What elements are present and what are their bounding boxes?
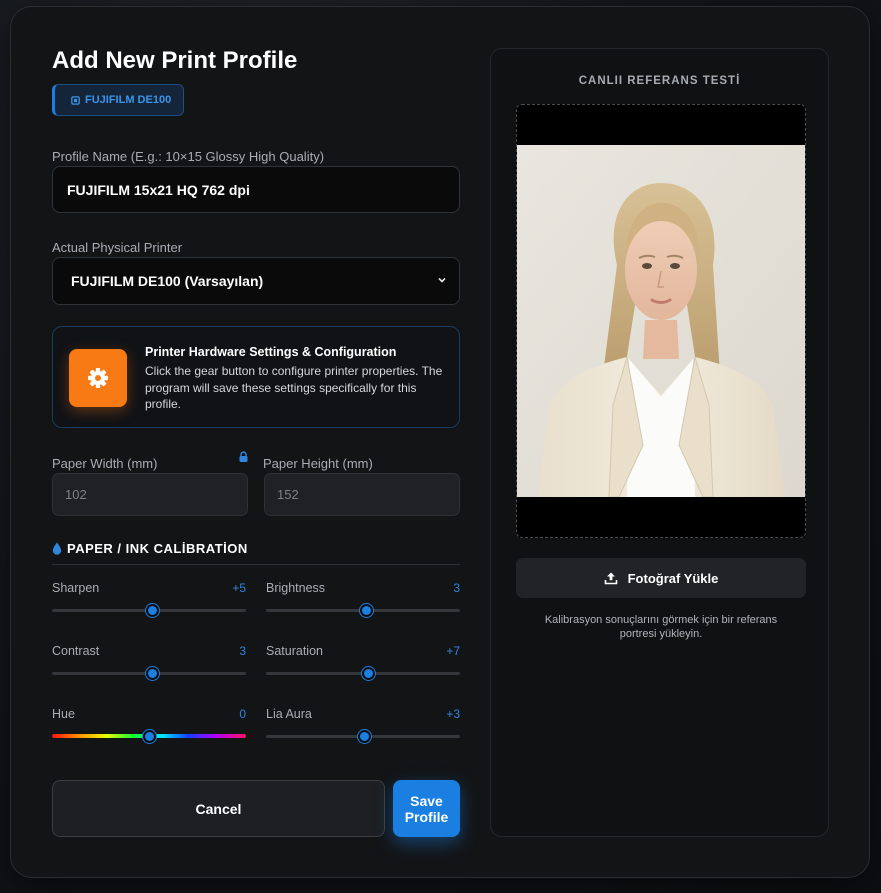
printer-label: Actual Physical Printer <box>52 240 183 255</box>
paper-height-label: Paper Height (mm) <box>263 456 373 471</box>
printer-badge: FUJIFILM DE100 <box>52 84 185 116</box>
gear-button[interactable] <box>69 349 127 407</box>
slider-value: 0 <box>239 707 246 721</box>
calibration-heading: PAPER / INK CALİBRATİON <box>52 541 248 556</box>
slider-value: 3 <box>239 644 246 658</box>
profile-name-input[interactable]: FUJIFILM 15x21 HQ 762 dpi <box>52 166 460 213</box>
upload-icon <box>604 572 617 585</box>
slider-thumb[interactable] <box>146 667 160 680</box>
printer-selected-value: FUJIFILM DE100 (Varsayılan) <box>71 273 264 289</box>
slider-thumb[interactable] <box>142 730 156 743</box>
section-divider <box>52 564 460 565</box>
paper-height-value: 152 <box>277 487 299 502</box>
chip-icon <box>71 95 80 105</box>
droplet-icon <box>52 542 62 555</box>
reference-preview <box>516 104 806 538</box>
printer-select[interactable]: FUJIFILM DE100 (Varsayılan) <box>52 257 460 305</box>
slider-value: +3 <box>446 707 460 721</box>
paper-width-value: 102 <box>65 487 87 502</box>
upload-hint: Kalibrasyon sonuçlarını görmek için bir … <box>544 614 778 640</box>
chevron-down-icon <box>437 275 447 288</box>
slider-label: Lia Aura <box>266 707 312 721</box>
hardware-description: Click the gear button to configure print… <box>145 364 443 411</box>
slider-thumb[interactable] <box>146 604 160 617</box>
upload-photo-button[interactable]: Fotoğraf Yükle <box>516 558 806 598</box>
slider-label: Saturation <box>266 644 323 658</box>
calibration-title: PAPER / INK CALİBRATİON <box>67 541 248 556</box>
reference-portrait-image <box>517 145 805 497</box>
slider-value: 3 <box>453 581 460 595</box>
reference-title: CANLII REFERANS TESTİ <box>578 75 741 87</box>
hardware-title: Printer Hardware Settings & Configuratio… <box>145 345 397 359</box>
save-profile-button[interactable]: Save Profile <box>393 780 460 837</box>
slider-label: Contrast <box>52 644 100 658</box>
paper-width-label: Paper Width (mm) <box>52 456 158 471</box>
lock-icon[interactable] <box>238 451 249 463</box>
upload-label: Fotoğraf Yükle <box>627 570 719 586</box>
print-profile-modal: Add New Print Profile FUJIFILM DE100 Pro… <box>10 6 870 878</box>
paper-height-input[interactable]: 152 <box>264 473 460 516</box>
slider-thumb[interactable] <box>362 667 376 680</box>
cancel-button[interactable]: Cancel <box>52 780 385 837</box>
hardware-settings-card: Printer Hardware Settings & Configuratio… <box>52 326 460 428</box>
page-title: Add New Print Profile <box>52 47 298 74</box>
reference-test-panel: CANLII REFERANS TESTİ Fotoğraf Yükle Kal… <box>490 48 829 837</box>
slider-thumb[interactable] <box>360 604 374 617</box>
slider-label: Hue <box>52 707 75 721</box>
slider-label: Sharpen <box>52 581 100 595</box>
profile-name-label: Profile Name (E.g.: 10×15 Glossy High Qu… <box>52 149 325 164</box>
badge-label: FUJIFILM DE100 <box>85 94 172 106</box>
profile-name-value: FUJIFILM 15x21 HQ 762 dpi <box>67 181 250 198</box>
slider-value: +5 <box>232 581 246 595</box>
gear-icon <box>88 368 108 388</box>
paper-width-input[interactable]: 102 <box>52 473 248 516</box>
slider-label: Brightness <box>266 581 326 595</box>
slider-thumb[interactable] <box>358 730 372 743</box>
slider-value: +7 <box>446 644 460 658</box>
